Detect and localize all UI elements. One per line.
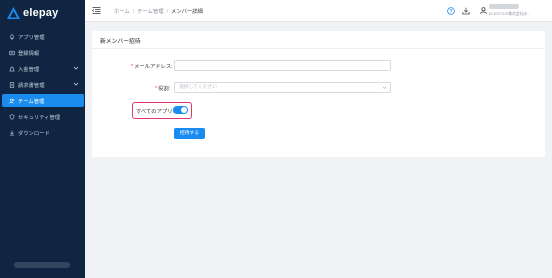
- breadcrumb-separator: /: [166, 9, 169, 15]
- email-label: *メールアドレス:: [131, 62, 173, 70]
- email-field[interactable]: [174, 60, 391, 71]
- invite-member-card: 新メンバー招待 *メールアドレス: *役割: 選択してください すべてのアプリ:…: [92, 31, 545, 157]
- sidebar-item-label: チーム管理: [18, 98, 45, 105]
- user-company[interactable]: ELESTYLE株式会社(E...: [489, 12, 530, 17]
- email-label-text: メールアドレス:: [134, 64, 173, 70]
- chevron-down-icon: [382, 86, 387, 89]
- all-apps-toggle[interactable]: [173, 106, 188, 114]
- sidebar-item-registration[interactable]: 登録情報: [0, 46, 85, 59]
- sidebar-item-label: セキュリティ管理: [18, 114, 61, 121]
- sidebar-footer-blurred: [14, 262, 70, 268]
- breadcrumb-current: メンバー詳細: [171, 9, 203, 15]
- user-icon[interactable]: [480, 7, 487, 14]
- sidebar-item-download[interactable]: ダウンロード: [0, 126, 85, 139]
- role-label-text: 役割:: [158, 86, 171, 92]
- role-select[interactable]: 選択してください: [174, 82, 391, 93]
- role-label: *役割:: [155, 84, 170, 92]
- money-bag-icon: [8, 65, 15, 72]
- chevron-down-icon: [73, 82, 79, 86]
- sidebar-item-label: 請求書管理: [18, 82, 45, 89]
- breadcrumb-team[interactable]: チーム管理: [137, 9, 163, 15]
- sidebar-item-label: ダウンロード: [18, 130, 50, 137]
- team-icon: [8, 97, 15, 104]
- app-logo[interactable]: elepay: [7, 6, 58, 20]
- breadcrumb: ホーム / チーム管理 / メンバー詳細: [114, 7, 203, 15]
- sidebar-item-label: 入金管理: [18, 66, 40, 73]
- required-mark: *: [131, 64, 134, 70]
- sidebar: elepay アプリ管理 登録情報 入金管理 請求書管理 チーム管理 セキュリテ…: [0, 0, 85, 278]
- sidebar-item-label: 登録情報: [18, 50, 40, 57]
- sidebar-nav: アプリ管理 登録情報 入金管理 請求書管理 チーム管理 セキュリティ管理 ダウン…: [0, 30, 85, 142]
- card-title: 新メンバー招待: [100, 39, 141, 45]
- sidebar-item-deposits[interactable]: 入金管理: [0, 62, 85, 75]
- sidebar-item-label: アプリ管理: [18, 34, 45, 41]
- invite-button[interactable]: 招待する: [174, 128, 205, 139]
- role-select-placeholder: 選択してください: [179, 85, 218, 90]
- sidebar-item-team[interactable]: チーム管理: [2, 94, 84, 107]
- toggle-knob: [181, 107, 187, 113]
- sidebar-item-security[interactable]: セキュリティ管理: [0, 110, 85, 123]
- all-apps-label: すべてのアプリ:: [136, 109, 174, 115]
- user-name-blurred[interactable]: [489, 4, 519, 9]
- shield-icon: [8, 113, 15, 120]
- card-divider: [92, 48, 545, 49]
- elepay-logo-icon: [7, 7, 20, 19]
- required-mark: *: [155, 86, 158, 92]
- download-icon[interactable]: [462, 7, 470, 15]
- breadcrumb-separator: /: [132, 9, 135, 15]
- rocket-icon: [8, 33, 15, 40]
- menu-fold-icon[interactable]: [92, 6, 101, 15]
- invoice-icon: [8, 81, 15, 88]
- top-header: ホーム / チーム管理 / メンバー詳細 ELESTYLE株式会社(E...: [85, 0, 552, 22]
- id-card-icon: [8, 49, 15, 56]
- logo-text: elepay: [23, 7, 59, 19]
- sidebar-item-invoices[interactable]: 請求書管理: [0, 78, 85, 91]
- sidebar-item-apps[interactable]: アプリ管理: [0, 30, 85, 43]
- help-icon[interactable]: [447, 7, 455, 15]
- breadcrumb-home[interactable]: ホーム: [114, 9, 130, 15]
- chevron-down-icon: [73, 66, 79, 70]
- download-icon: [8, 129, 15, 136]
